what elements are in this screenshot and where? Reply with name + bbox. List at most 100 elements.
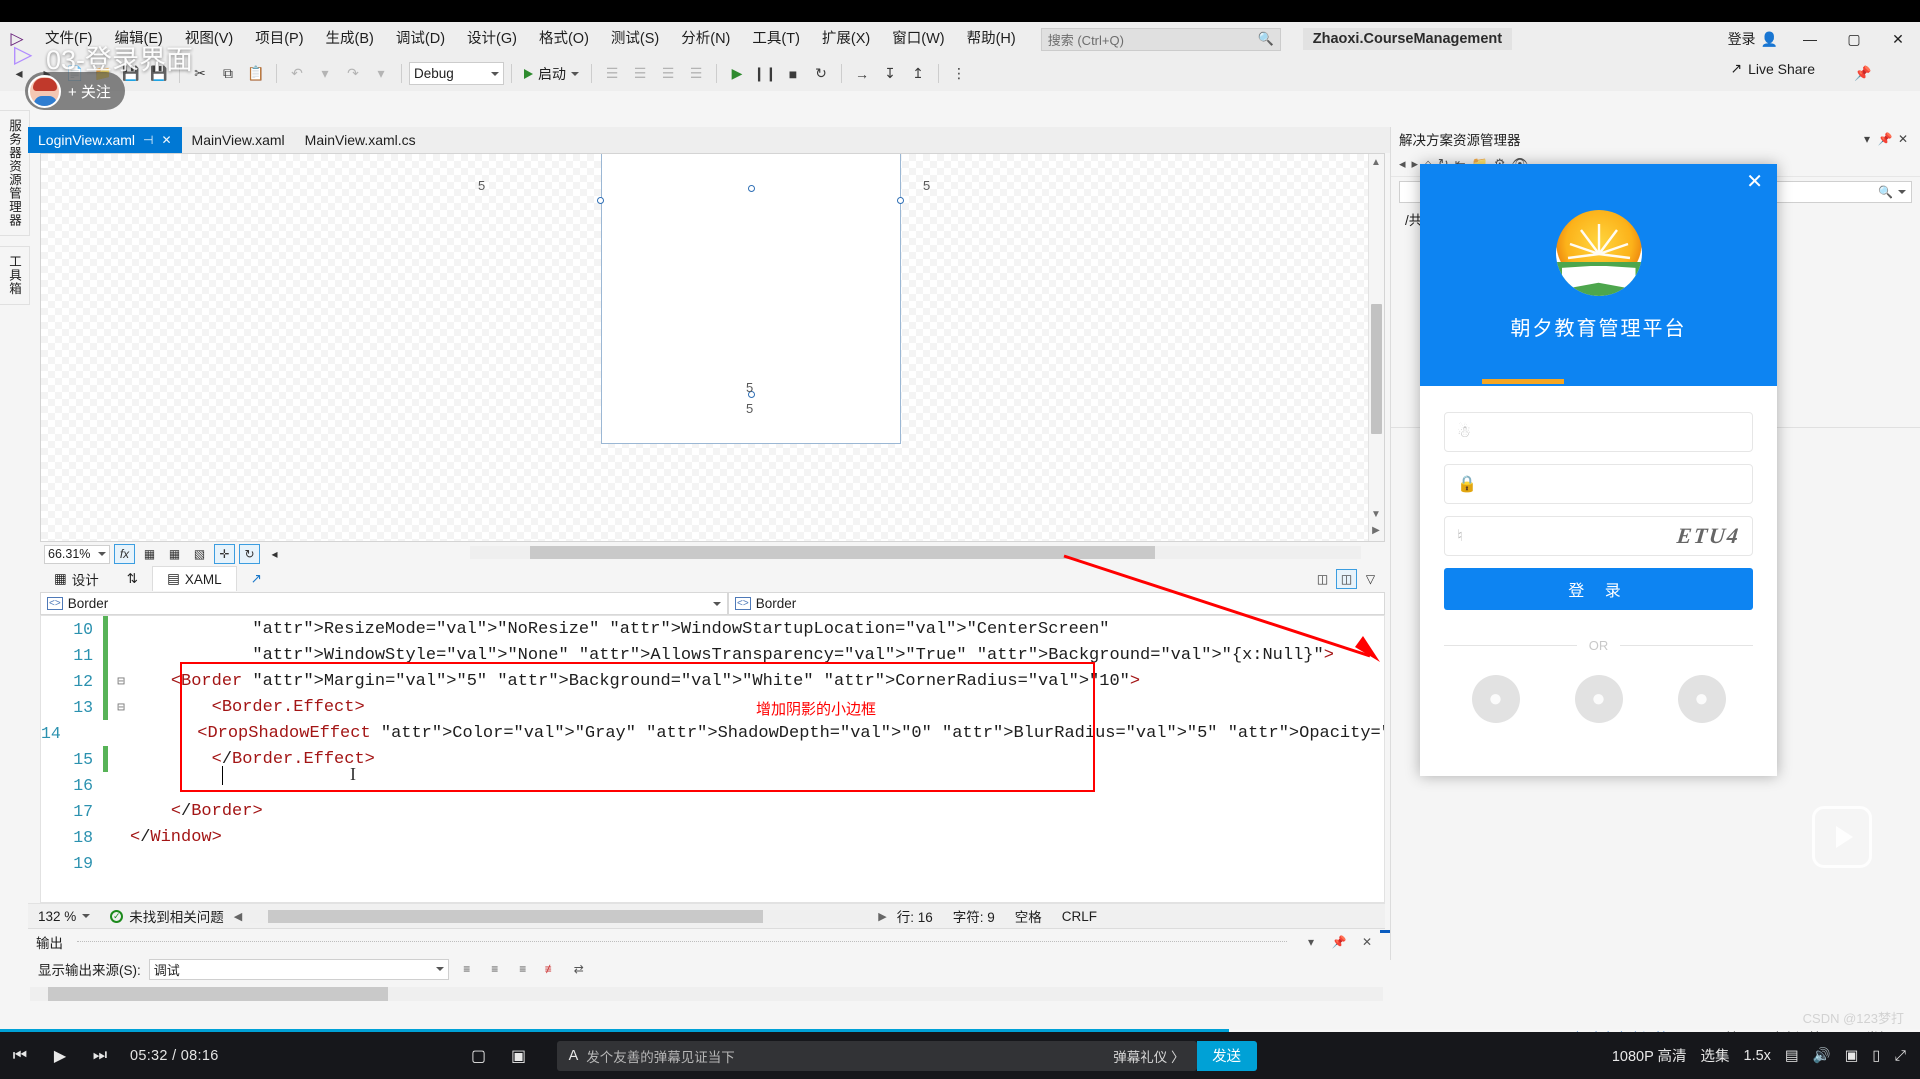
menu-help[interactable]: 帮助(H) [956,22,1027,56]
danmaku-toggle-icon[interactable]: ▣ [499,1032,539,1079]
code-line[interactable]: 14 <DropShadowEffect "attr">Color = "val" >… [41,720,1384,746]
pin-icon[interactable]: 📌 [1876,132,1894,146]
username-input[interactable] [1479,424,1740,440]
picture-in-picture-icon[interactable]: ▣ [1845,1048,1859,1064]
code-line[interactable]: 10 "attr">ResizeMode = "val" >"NoResize" "a… [41,616,1384,642]
minimize-button[interactable]: — [1788,22,1832,56]
avatar[interactable] [28,74,61,108]
close-button[interactable]: ✕ [1876,22,1920,56]
breadcrumb-right[interactable]: <> Border [728,592,1385,615]
scrollbar-thumb[interactable] [530,546,1155,559]
menu-format[interactable]: 格式(O) [528,22,600,56]
captcha-image-text[interactable]: ETU4 [1676,523,1742,549]
scroll-left-icon[interactable]: ◀ [234,910,242,923]
menu-debug[interactable]: 调试(D) [385,22,456,56]
widescreen-icon[interactable]: ▯ [1872,1048,1880,1064]
scroll-right-icon[interactable]: ▶ [878,910,886,923]
distribute-icon[interactable]: ☰ [683,61,709,87]
send-danmaku-button[interactable]: 发送 [1196,1040,1257,1071]
undo-dropdown-icon[interactable]: ▾ [312,61,338,87]
grid-icon[interactable]: ▦ [139,544,160,564]
scroll-down-icon[interactable]: ▼ [1370,509,1382,521]
weibo-icon[interactable]: ● [1677,675,1726,723]
snap-grid-icon[interactable]: ▦ [164,544,185,564]
captcha-input[interactable] [1479,528,1677,544]
fold-toggle-icon[interactable]: ⊟ [112,700,130,715]
split-vertical-icon[interactable]: ◫ [1312,569,1333,589]
resize-handle[interactable] [748,185,755,192]
designer-vertical-scrollbar[interactable]: ▲ ▼ ▶ [1368,154,1384,541]
checkerboard-icon[interactable]: ▧ [189,544,210,564]
close-icon[interactable]: ✕ [1357,932,1377,952]
fullscreen-icon[interactable]: ⤢ [1894,1048,1906,1064]
scroll-up-icon[interactable]: ▲ [1370,157,1382,169]
volume-icon[interactable]: 🔊 [1813,1047,1831,1064]
sign-in-button[interactable]: 登录 👤 [1718,29,1788,49]
breadcrumb-left[interactable]: <> Border [40,592,728,615]
find-icon[interactable]: ≡ [485,959,505,979]
designer-zoom-select[interactable]: 66.31% [44,544,110,564]
resize-handle[interactable] [597,197,604,204]
xaml-code-editor[interactable]: 10 "attr">ResizeMode = "val" >"NoResize" "a… [40,615,1385,903]
menu-test[interactable]: 测试(S) [600,22,670,56]
tab-mainview-xaml-cs[interactable]: MainView.xaml.cs [295,127,426,153]
clear-output-icon[interactable]: ≢ [541,959,561,979]
menu-analyze[interactable]: 分析(N) [670,22,741,56]
collapse-pane-icon[interactable]: ▽ [1360,569,1381,589]
resize-handle[interactable] [897,197,904,204]
build-configuration-select[interactable]: Debug [409,62,504,85]
login-dialog-preview[interactable]: ✕ 朝夕教育管理平台 ☃ 🔒 ♮ ETU4 登 录 OR ● ● ● [1420,164,1777,776]
align-center-icon[interactable]: ☰ [627,61,653,87]
play-pause-icon[interactable]: ▶ [40,1032,80,1079]
restart-icon[interactable]: ↻ [808,61,834,87]
tab-mainview-xaml[interactable]: MainView.xaml [182,127,295,153]
back-icon[interactable]: ◂ [1399,156,1406,172]
pause-icon[interactable]: ❙❙ [752,61,778,87]
chevron-down-icon[interactable]: ▾ [1301,932,1321,952]
start-debug-button[interactable]: 启动 [519,64,584,84]
code-line[interactable]: 19 [41,850,1384,876]
menu-design[interactable]: 设计(G) [456,22,528,56]
code-line[interactable]: 11 "attr">WindowStyle = "val" >"None" "attr… [41,642,1384,668]
code-line[interactable]: 12 ⊟ <Border "attr">Margin = "val" >"5" "att… [41,668,1384,694]
subtitle-icon[interactable]: ▤ [1785,1048,1799,1064]
qq-icon[interactable]: ● [1471,675,1520,723]
chevron-down-icon[interactable] [713,601,721,606]
episode-selector[interactable]: 选集 [1701,1045,1730,1066]
scrollbar-thumb[interactable] [48,987,388,1001]
code-line[interactable]: 16 [41,772,1384,798]
menu-extensions[interactable]: 扩展(X) [811,22,881,56]
sidebar-item-server-explorer[interactable]: 服务器资源管理器 [0,110,30,236]
danmaku-style-icon[interactable]: A [569,1048,579,1064]
xaml-designer-surface[interactable]: 5 5 5 5 ▲ ▼ ▶ [40,153,1385,542]
wechat-icon[interactable]: ● [1574,675,1623,723]
redo-icon[interactable]: ↷ [340,61,366,87]
menu-window[interactable]: 窗口(W) [881,22,955,56]
close-icon[interactable]: ✕ [1894,132,1912,146]
editor-zoom-select[interactable]: 132 % [28,909,100,924]
follow-pill[interactable]: + 关注 [25,72,125,110]
close-icon[interactable]: ✕ [1746,172,1763,192]
scrollbar-thumb[interactable] [268,909,764,923]
live-share-button[interactable]: ↗ Live Share [1730,60,1815,77]
toggle-wordwrap-icon[interactable]: ⇄ [569,959,589,979]
password-input[interactable] [1479,476,1740,492]
fold-toggle-icon[interactable]: ⊟ [112,674,130,689]
collapse-icon[interactable]: ◂ [264,544,285,564]
danmaku-input[interactable]: A 发个友善的弹幕见证当下 弹幕礼仪 〉 [556,1040,1197,1071]
align-right-icon[interactable]: ☰ [655,61,681,87]
password-field[interactable]: 🔒 [1444,464,1753,504]
step-over-icon[interactable]: → [849,61,875,87]
code-line[interactable]: 13 ⊟ <Border.Effect> [41,694,1384,720]
overflow-icon[interactable]: ⋮ [946,61,972,87]
maximize-button[interactable]: ▢ [1832,22,1876,56]
chevron-down-icon[interactable]: ▾ [1858,132,1876,146]
tab-loginview-xaml[interactable]: LoginView.xaml ⊣ ✕ [28,127,182,153]
paste-icon[interactable]: 📋 [243,61,269,87]
forward-icon[interactable]: ▸ [1412,156,1419,172]
refresh-designer-icon[interactable]: ↻ [239,544,260,564]
align-left-icon[interactable]: ☰ [599,61,625,87]
pin-toolbar-icon[interactable]: 📌 [1850,60,1876,86]
danmaku-settings-icon[interactable]: ▢ [459,1032,499,1079]
output-source-select[interactable]: 调试 [148,958,449,980]
